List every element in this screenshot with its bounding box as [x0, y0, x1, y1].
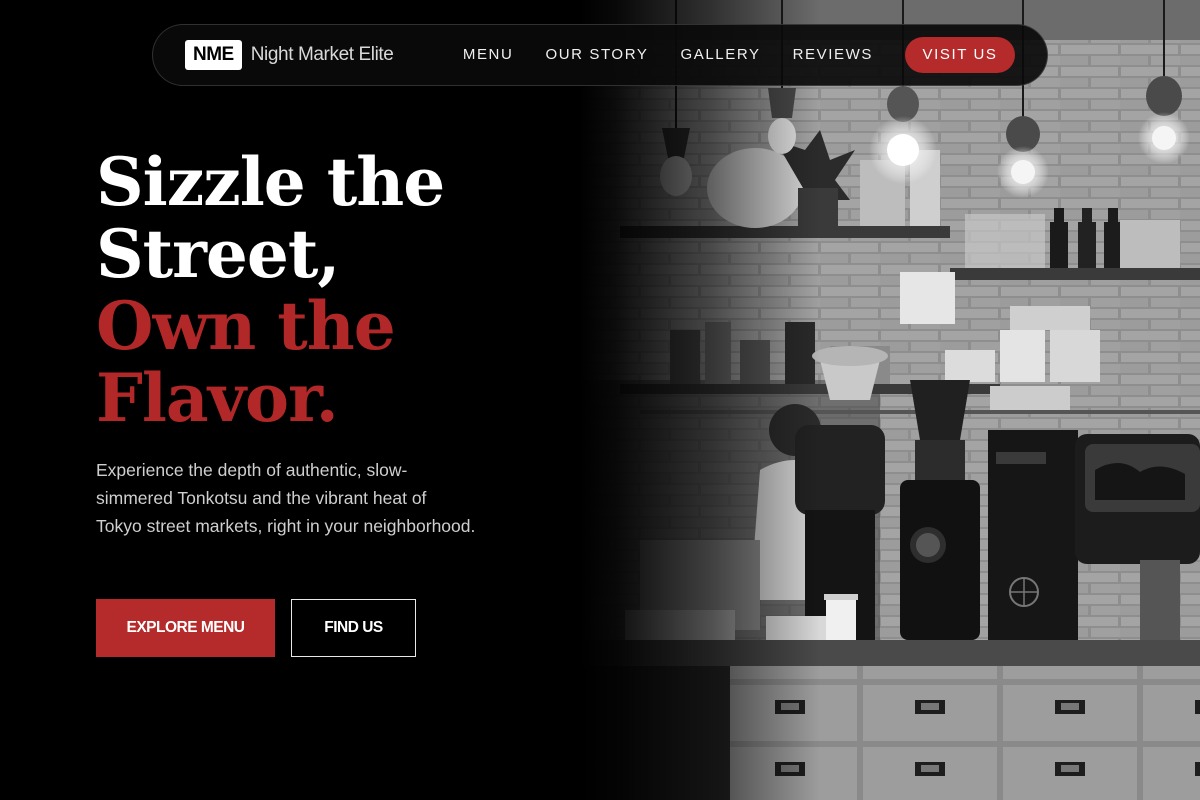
hero-title-accent-line-1: Own the — [96, 287, 396, 365]
hero-image — [580, 0, 1200, 800]
nav-links: MENU OUR STORY GALLERY REVIEWS VISIT US — [431, 37, 1015, 73]
visit-us-button[interactable]: VISIT US — [905, 37, 1015, 73]
explore-menu-button[interactable]: EXPLORE MENU — [96, 599, 275, 657]
brand-logo[interactable]: NME Night Market Elite — [185, 40, 394, 70]
hero-image-fade — [580, 0, 820, 800]
nav-link-gallery[interactable]: GALLERY — [680, 45, 760, 65]
hero-description: Experience the depth of authentic, slow-… — [96, 460, 476, 536]
hero-title-accent-line-2: Flavor. — [96, 359, 339, 437]
hero-title-line-2: Street, — [96, 215, 340, 293]
hero-title: Sizzle the Street, Own the Flavor. — [96, 143, 445, 437]
find-us-button[interactable]: FIND US — [291, 599, 416, 657]
nav-link-reviews[interactable]: REVIEWS — [793, 45, 873, 65]
hero-title-line-1: Sizzle the — [96, 143, 445, 221]
nav-link-menu[interactable]: MENU — [463, 45, 514, 65]
navbar: NME Night Market Elite MENU OUR STORY GA… — [152, 24, 1048, 86]
nav-link-our-story[interactable]: OUR STORY — [545, 45, 648, 65]
brand-mark: NME — [185, 40, 242, 70]
brand-name: Night Market Elite — [250, 44, 394, 65]
